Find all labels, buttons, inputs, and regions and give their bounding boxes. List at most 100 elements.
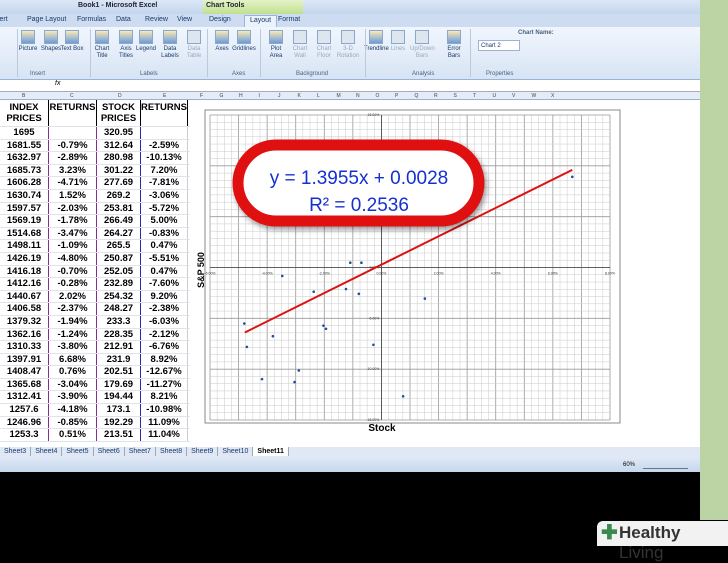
table-cell[interactable]: -1.78% [48, 215, 96, 227]
column-header[interactable]: G [220, 93, 224, 99]
table-cell[interactable]: 0.76% [48, 366, 96, 378]
sheet-tab-sheet7[interactable]: Sheet7 [125, 447, 156, 456]
table-cell[interactable]: RETURNS [140, 100, 188, 126]
picture-button[interactable]: Picture [16, 30, 40, 53]
chart-title-button[interactable]: Chart Title [90, 30, 114, 60]
table-cell[interactable]: 1685.73 [0, 165, 48, 177]
column-header[interactable]: C [70, 93, 74, 99]
data-point[interactable] [324, 327, 328, 331]
table-cell[interactable] [48, 127, 96, 139]
table-cell[interactable]: -2.59% [140, 139, 188, 152]
table-cell[interactable]: 301.22 [96, 164, 140, 177]
tab-review[interactable]: Review [145, 16, 168, 23]
table-cell[interactable]: 253.81 [96, 202, 140, 215]
tab-data[interactable]: Data [116, 16, 131, 23]
table-cell[interactable]: -3.80% [48, 341, 96, 353]
data-point[interactable] [293, 380, 296, 384]
table-cell[interactable]: -2.38% [140, 303, 188, 315]
table-cell[interactable]: 0.47% [140, 240, 188, 252]
chart-wall-button[interactable]: Chart Wall [288, 30, 312, 60]
table-cell[interactable]: -1.24% [48, 328, 96, 341]
table-cell[interactable]: -11.27% [140, 378, 188, 391]
data-point[interactable] [242, 322, 246, 325]
tab-layout[interactable]: Layout [244, 15, 278, 27]
column-header[interactable]: T [473, 93, 476, 99]
table-cell[interactable]: 250.87 [96, 252, 140, 265]
table-cell[interactable]: -5.51% [140, 252, 188, 265]
table-cell[interactable]: -2.89% [48, 152, 96, 164]
table-cell[interactable]: 179.69 [96, 378, 140, 391]
table-cell[interactable]: 233.3 [96, 315, 140, 328]
data-point[interactable] [312, 290, 316, 293]
table-cell[interactable]: -6.76% [140, 341, 188, 353]
column-header[interactable]: S [454, 93, 457, 99]
plot-area-button[interactable]: Plot Area [264, 30, 288, 60]
sheet-tab-sheet8[interactable]: Sheet8 [156, 447, 188, 456]
data-point[interactable] [348, 261, 352, 265]
table-cell[interactable]: -10.13% [140, 152, 188, 164]
table-cell[interactable]: -0.79% [48, 139, 96, 152]
column-header[interactable]: K [298, 93, 301, 99]
column-header[interactable]: O [376, 93, 380, 99]
table-cell[interactable]: -4.80% [48, 252, 96, 265]
table-cell[interactable]: -3.06% [140, 189, 188, 202]
table-cell[interactable]: 1426.19 [0, 253, 48, 265]
table-cell[interactable]: 1406.58 [0, 303, 48, 315]
table-cell[interactable]: 5.00% [140, 215, 188, 227]
table-cell[interactable]: 266.49 [96, 215, 140, 227]
table-cell[interactable]: 1257.6 [0, 404, 48, 416]
table-cell[interactable]: 1632.97 [0, 152, 48, 164]
table-cell[interactable]: 265.5 [96, 240, 140, 252]
sheet-tab-sheet6[interactable]: Sheet6 [94, 447, 125, 456]
table-cell[interactable]: -0.70% [48, 265, 96, 278]
column-header[interactable]: B [22, 93, 25, 99]
data-point[interactable] [260, 377, 264, 381]
tab-design[interactable]: Design [209, 16, 231, 23]
data-point[interactable] [372, 343, 375, 347]
sheet-tab-sheet3[interactable]: Sheet3 [0, 447, 32, 456]
table-cell[interactable]: -2.37% [48, 303, 96, 315]
table-cell[interactable]: 1253.3 [0, 429, 48, 441]
sheet-tab-sheet11[interactable]: Sheet11 [253, 447, 289, 456]
table-cell[interactable]: 248.27 [96, 303, 140, 315]
table-cell[interactable]: 264.27 [96, 227, 140, 240]
data-point[interactable] [297, 369, 301, 372]
table-cell[interactable]: 8.92% [140, 353, 188, 366]
data-point[interactable] [280, 274, 284, 278]
table-cell[interactable]: 7.20% [140, 164, 188, 177]
table-cell[interactable]: 1416.18 [0, 266, 48, 278]
scatter-chart[interactable]: -6.00% -4.00% -2.00% 0.00% 2.00% 4.00% 6.00% 8.… [195, 100, 640, 440]
table-cell[interactable]: 1412.16 [0, 278, 48, 290]
table-cell[interactable]: 1310.33 [0, 341, 48, 353]
table-cell[interactable]: 11.09% [140, 416, 188, 429]
table-cell[interactable]: 254.32 [96, 290, 140, 303]
table-cell[interactable] [140, 127, 188, 139]
axes-button[interactable]: Axes [210, 30, 234, 53]
table-cell[interactable]: 277.69 [96, 177, 140, 189]
data-point[interactable] [401, 395, 405, 398]
table-cell[interactable]: -10.98% [140, 404, 188, 416]
table-cell[interactable]: 9.20% [140, 290, 188, 303]
column-header[interactable]: H [239, 93, 243, 99]
legend-button[interactable]: Legend [134, 30, 158, 53]
x-axis-title[interactable]: Stock [368, 423, 396, 434]
table-cell[interactable]: -1.09% [48, 240, 96, 252]
table-cell[interactable]: 1379.32 [0, 316, 48, 328]
column-header[interactable]: J [278, 93, 281, 99]
zoom-level[interactable]: 60% [623, 462, 635, 468]
data-point[interactable] [344, 287, 348, 291]
sheet-tab-sheet4[interactable]: Sheet4 [31, 447, 63, 456]
table-cell[interactable]: -0.28% [48, 278, 96, 290]
table-cell[interactable]: -1.94% [48, 315, 96, 328]
table-cell[interactable]: -0.85% [48, 416, 96, 429]
column-header[interactable]: Q [415, 93, 419, 99]
table-cell[interactable]: 320.95 [96, 127, 140, 139]
table-cell[interactable]: RETURNS [48, 100, 96, 126]
column-header[interactable]: D [118, 93, 122, 99]
table-cell[interactable]: STOCK PRICES [96, 100, 140, 126]
table-cell[interactable]: 173.1 [96, 404, 140, 416]
table-cell[interactable]: -3.04% [48, 378, 96, 391]
sheet-tab-sheet5[interactable]: Sheet5 [62, 447, 94, 456]
column-header[interactable]: F [200, 93, 203, 99]
table-cell[interactable]: 1408.47 [0, 366, 48, 378]
